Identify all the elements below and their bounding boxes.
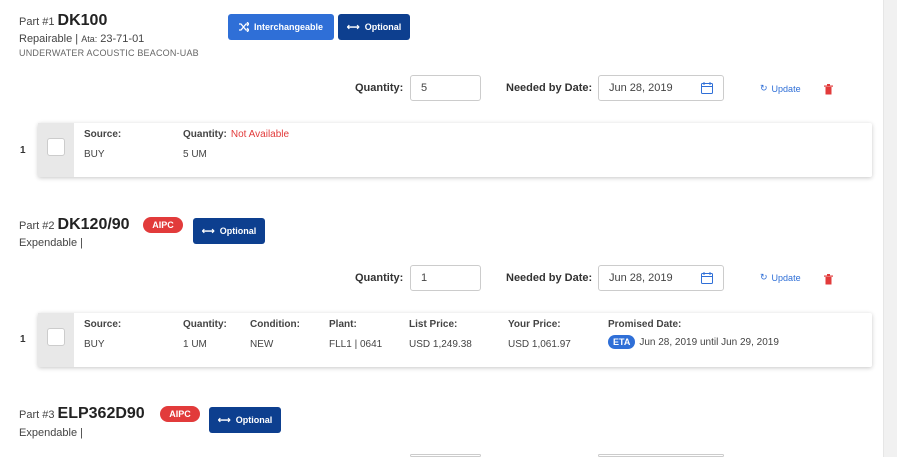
optional-button[interactable]: ⟷ Optional	[209, 407, 281, 433]
shuffle-icon	[238, 22, 249, 32]
promised-date-text: Jun 28, 2019 until Jun 29, 2019	[639, 337, 779, 348]
part-description: UNDERWATER ACOUSTIC BEACON-UAB	[19, 48, 199, 58]
quantity-value: 5 UM	[183, 149, 207, 160]
part-header: Part #1 DK100	[19, 12, 107, 30]
part-number: ELP362D90	[57, 405, 145, 422]
optional-label: Optional	[235, 415, 273, 425]
source-option-card[interactable]: Source: BUY Quantity: 1 UM Condition: NE…	[38, 313, 872, 367]
part-header: Part #2 DK120/90	[19, 216, 130, 234]
update-label: Update	[771, 272, 801, 283]
your-price-value: USD 1,061.97	[508, 339, 571, 350]
plant-value: FLL1 | 0641	[329, 339, 383, 350]
condition-header: Condition:	[250, 319, 300, 330]
part-type: Expendable |	[19, 427, 84, 439]
part-header: Part #3 ELP362D90	[19, 405, 145, 423]
list-price-value: USD 1,249.38	[409, 339, 472, 350]
date-value: Jun 28, 2019	[609, 272, 673, 284]
source-header: Source:	[84, 319, 122, 330]
delete-button[interactable]	[824, 272, 833, 290]
trash-icon	[824, 84, 833, 95]
checkbox-area	[38, 313, 74, 367]
ata-label: Ata:	[81, 34, 98, 44]
refresh-icon: ↻	[760, 272, 768, 282]
interchangeable-label: Interchangeable	[253, 22, 324, 32]
calendar-icon[interactable]	[701, 272, 713, 284]
row-index: 1	[20, 334, 26, 345]
source-value: BUY	[84, 149, 105, 160]
availability-status: Not Available	[230, 129, 290, 140]
optional-button[interactable]: ⟷ Optional	[193, 218, 265, 244]
trash-icon	[824, 274, 833, 285]
checkbox-area	[38, 123, 74, 177]
ata-value: 23-71-01	[100, 33, 145, 45]
quantity-header-label: Quantity:	[183, 129, 227, 140]
quantity-input[interactable]: 1	[410, 265, 481, 291]
date-value: Jun 28, 2019	[609, 82, 673, 94]
source-header: Source:	[84, 129, 122, 140]
quantity-value: 1 UM	[183, 339, 207, 350]
needed-by-date-label: Needed by Date:	[506, 82, 593, 94]
quantity-label: Quantity:	[355, 82, 404, 94]
part-number: DK100	[57, 12, 108, 29]
part-type: Repairable |	[19, 33, 79, 45]
interchangeable-button[interactable]: Interchangeable	[228, 14, 334, 40]
update-label: Update	[771, 83, 801, 94]
promised-date-value: ETA Jun 28, 2019 until Jun 29, 2019	[608, 335, 779, 349]
part-prefix: Part #2	[19, 220, 55, 232]
promised-date-header: Promised Date:	[608, 319, 682, 330]
select-checkbox[interactable]	[47, 138, 65, 156]
left-right-arrow-icon: ⟷	[217, 414, 231, 425]
quantity-header: Quantity: Not Available	[183, 129, 289, 140]
left-right-arrow-icon: ⟷	[201, 225, 215, 236]
quantity-label: Quantity:	[355, 272, 404, 284]
quantity-header: Quantity:	[183, 319, 227, 330]
row-index: 1	[20, 145, 26, 156]
select-checkbox[interactable]	[47, 328, 65, 346]
calendar-icon[interactable]	[701, 82, 713, 94]
aipc-badge: AIPC	[143, 217, 183, 233]
refresh-icon: ↻	[760, 83, 768, 93]
part-prefix: Part #1	[19, 16, 55, 28]
quantity-input[interactable]: 5	[410, 75, 481, 101]
delete-button[interactable]	[824, 82, 833, 100]
part-type-line: Repairable | Ata: 23-71-01	[19, 33, 144, 45]
part-type: Expendable |	[19, 237, 84, 249]
aipc-badge: AIPC	[160, 406, 200, 422]
part-prefix: Part #3	[19, 409, 55, 421]
left-right-arrow-icon: ⟷	[346, 21, 360, 32]
scrollbar-track[interactable]	[883, 0, 897, 457]
optional-label: Optional	[364, 22, 402, 32]
eta-badge: ETA	[608, 335, 636, 349]
optional-label: Optional	[219, 226, 257, 236]
needed-by-date-label: Needed by Date:	[506, 272, 593, 284]
your-price-header: Your Price:	[508, 319, 561, 330]
list-price-header: List Price:	[409, 319, 458, 330]
source-value: BUY	[84, 339, 105, 350]
update-link[interactable]: ↻ Update	[760, 83, 801, 94]
optional-button[interactable]: ⟷ Optional	[338, 14, 410, 40]
source-option-card[interactable]: Source: BUY Quantity: Not Available 5 UM	[38, 123, 872, 177]
part-number: DK120/90	[57, 216, 130, 233]
update-link[interactable]: ↻ Update	[760, 272, 801, 283]
needed-by-date-input[interactable]: Jun 28, 2019	[598, 75, 724, 101]
plant-header: Plant:	[329, 319, 357, 330]
needed-by-date-input[interactable]: Jun 28, 2019	[598, 265, 724, 291]
condition-value: NEW	[250, 339, 274, 350]
